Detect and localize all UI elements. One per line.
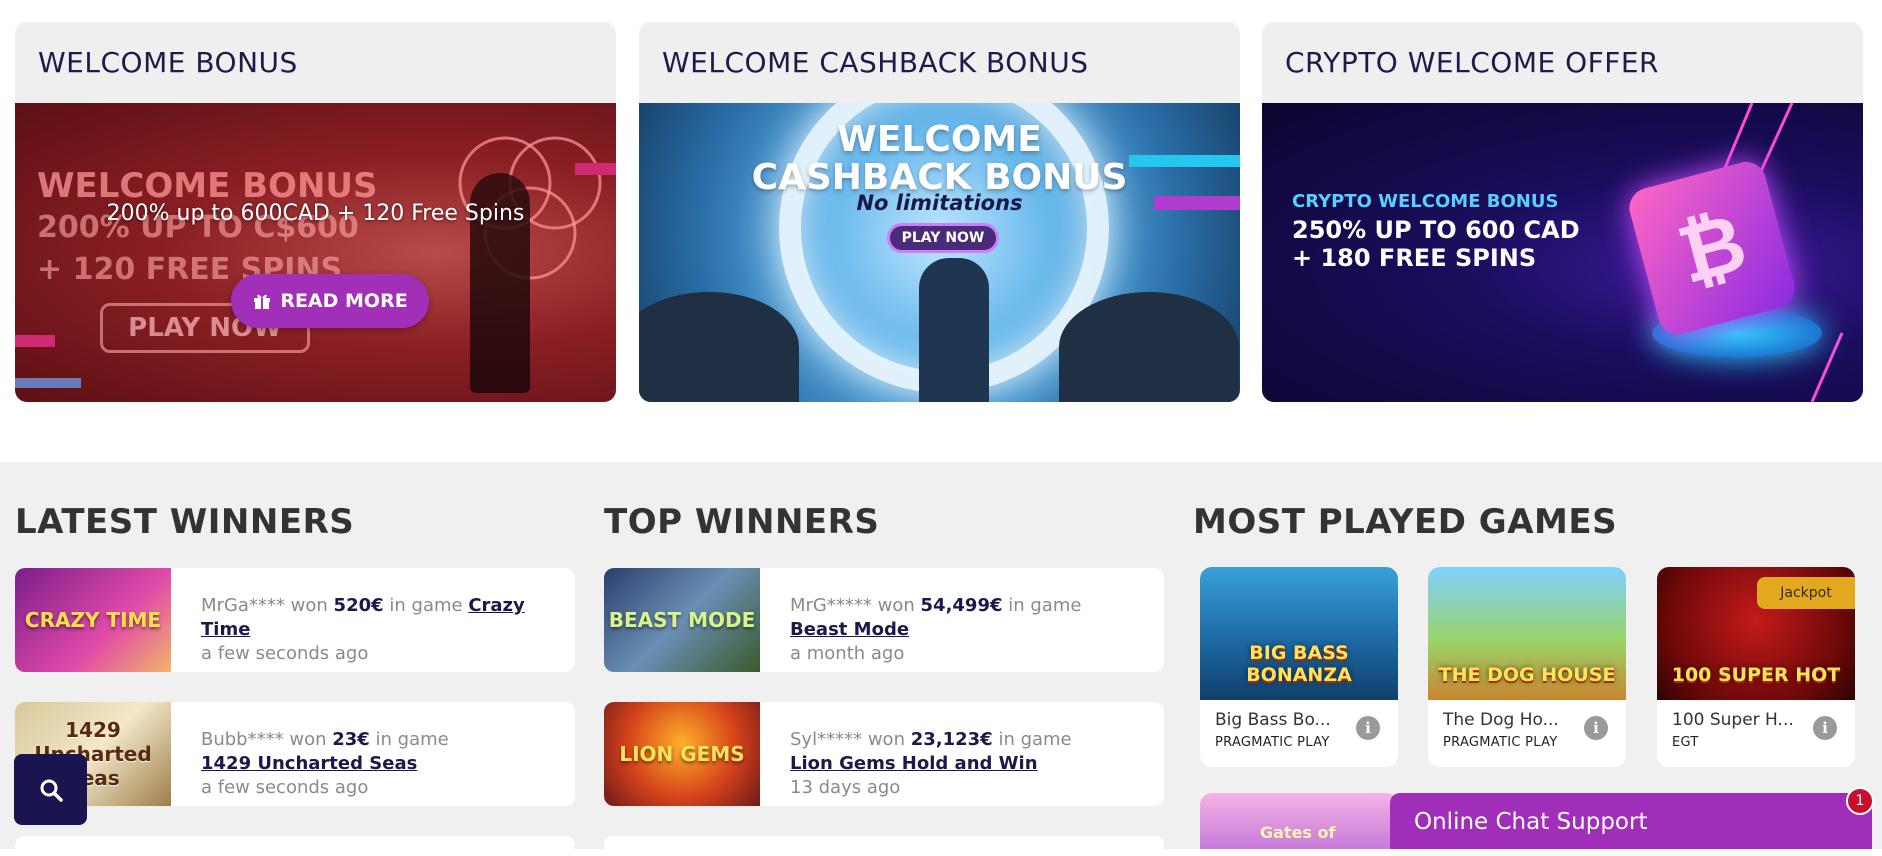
promo-offer-text: 200% up to 600CAD + 120 Free Spins	[106, 201, 525, 226]
promo-card-cashback[interactable]: WELCOME CASHBACK BONUS WELCOME CASHBACK …	[639, 22, 1240, 402]
most-played-title: MOST PLAYED GAMES	[1193, 502, 1618, 542]
game-card[interactable]: 100 SUPER HOT Jackpot 100 Super H... EGT…	[1657, 567, 1855, 767]
play-now-button[interactable]: PLAY NOW	[887, 223, 999, 253]
game-card[interactable]: BIG BASS BONANZA Big Bass Bo... PRAGMATI…	[1200, 567, 1398, 767]
info-icon[interactable]: i	[1356, 716, 1380, 740]
rock-left	[639, 292, 799, 402]
winner-time: a few seconds ago	[201, 643, 369, 664]
winner-row: 1429 Uncharted Seas Bubb**** won 23€ in …	[15, 702, 575, 806]
game-provider: PRAGMATIC PLAY	[1443, 735, 1558, 750]
read-more-button[interactable]: READ MORE	[231, 274, 429, 328]
deco-stripe	[575, 163, 616, 175]
winner-row-partial	[604, 836, 1164, 856]
search-icon	[40, 779, 63, 802]
game-link[interactable]: Lion Gems Hold and Win	[790, 753, 1038, 774]
rock-right	[1059, 292, 1239, 402]
deco-stripe	[15, 335, 55, 347]
game-thumbnail[interactable]: LION GEMS	[604, 702, 760, 806]
banner-small-heading: CRYPTO WELCOME BONUS	[1292, 191, 1559, 212]
banner-offer-line2: + 180 FREE SPINS	[1292, 244, 1537, 272]
promo-card-welcome-bonus[interactable]: WELCOME BONUS WELCOME BONUS 200% UP TO C…	[15, 22, 616, 402]
game-art[interactable]: BIG BASS BONANZA	[1200, 567, 1398, 700]
chat-notification-badge: 1	[1846, 787, 1874, 815]
game-link[interactable]: 1429 Uncharted Seas	[201, 753, 417, 774]
winner-info: MrG***** won 54,499€ in game Beast Mode …	[790, 595, 1082, 664]
promo-title: WELCOME BONUS	[38, 46, 298, 79]
winner-time: a few seconds ago	[201, 777, 369, 798]
gift-icon	[254, 294, 271, 309]
banner-heading: WELCOME CASHBACK BONUS	[751, 119, 1128, 198]
game-thumbnail[interactable]: BEAST MODE	[604, 568, 760, 672]
promo-banner-welcome[interactable]: WELCOME BONUS 200% UP TO C$600 + 120 FRE…	[15, 103, 616, 402]
winner-info: Syl***** won 23,123€ in game Lion Gems H…	[790, 729, 1072, 798]
game-name: The Dog Ho...	[1443, 710, 1559, 730]
promo-title: WELCOME CASHBACK BONUS	[662, 46, 1089, 79]
search-button[interactable]	[14, 754, 87, 825]
online-chat-support[interactable]: Online Chat Support	[1390, 793, 1872, 849]
info-icon[interactable]: i	[1813, 716, 1837, 740]
banner-subheading: No limitations	[856, 191, 1023, 215]
latest-winners-title: LATEST WINNERS	[15, 502, 355, 542]
winner-time: 13 days ago	[790, 777, 901, 798]
banner-offer-line1: 250% UP TO 600 CAD	[1292, 216, 1580, 244]
winner-row-partial	[15, 836, 575, 856]
winner-row: CRAZY TIME MrGa**** won 520€ in game Cra…	[15, 568, 575, 672]
game-provider: PRAGMATIC PLAY	[1215, 735, 1330, 750]
promo-card-crypto[interactable]: CRYPTO WELCOME OFFER ₿ CRYPTO WELCOME BO…	[1262, 22, 1863, 402]
jackpot-badge: Jackpot	[1757, 577, 1855, 609]
promo-title: CRYPTO WELCOME OFFER	[1285, 46, 1659, 79]
game-thumbnail[interactable]: CRAZY TIME	[15, 568, 171, 672]
promo-banner-crypto[interactable]: ₿ CRYPTO WELCOME BONUS 250% UP TO 600 CA…	[1262, 103, 1863, 402]
promotions-section: WELCOME BONUS WELCOME BONUS 200% UP TO C…	[0, 0, 1882, 462]
winner-info: Bubb**** won 23€ in game 1429 Uncharted …	[201, 729, 449, 798]
winner-row: LION GEMS Syl***** won 23,123€ in game L…	[604, 702, 1164, 806]
read-more-label: READ MORE	[280, 290, 408, 312]
game-provider: EGT	[1672, 735, 1699, 750]
game-art[interactable]: THE DOG HOUSE	[1428, 567, 1626, 700]
game-card-partial[interactable]: Gates of	[1200, 793, 1398, 849]
winner-time: a month ago	[790, 643, 905, 664]
promo-banner-cashback[interactable]: WELCOME CASHBACK BONUS No limitations PL…	[639, 103, 1240, 402]
winner-row: BEAST MODE MrG***** won 54,499€ in game …	[604, 568, 1164, 672]
game-name: Big Bass Bo...	[1215, 710, 1331, 730]
winners-and-games-section: LATEST WINNERS TOP WINNERS MOST PLAYED G…	[0, 462, 1882, 856]
winner-info: MrGa**** won 520€ in game Crazy Time a f…	[201, 594, 575, 666]
info-icon[interactable]: i	[1584, 716, 1608, 740]
banner-heading: WELCOME BONUS 200% UP TO C$600 + 120 FRE…	[37, 165, 378, 291]
game-card[interactable]: THE DOG HOUSE The Dog Ho... PRAGMATIC PL…	[1428, 567, 1626, 767]
hero-figure	[919, 258, 989, 402]
deco-stripe	[15, 378, 81, 388]
game-name: 100 Super H...	[1672, 710, 1794, 730]
game-link[interactable]: Beast Mode	[790, 619, 909, 640]
top-winners-title: TOP WINNERS	[604, 502, 880, 542]
